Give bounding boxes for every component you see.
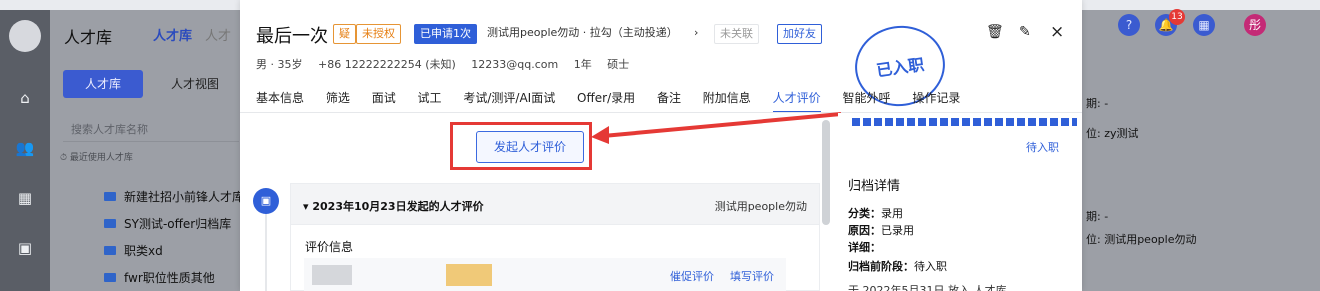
stage-value: 待入职 xyxy=(914,260,947,273)
help-icon[interactable]: ? xyxy=(1118,14,1140,36)
card-title-text: 2023年10月23日发起的人才评价 xyxy=(312,200,484,213)
recent-pools-label: ⏱ 最近使用人才库 xyxy=(60,150,133,163)
candidate-panel: 最后一次 疑 未授权 已申请1次 测试用people勿动 · 拉勾（主动投递） … xyxy=(240,0,1082,291)
reason-value: 已录用 xyxy=(881,224,914,237)
fill-evaluation-link[interactable]: 填写评价 xyxy=(730,268,774,284)
calendar-icon[interactable]: ▦ xyxy=(15,188,35,208)
archive-column: 待入职 归档详情 分类：录用 原因：已录用 详细： 归档前阶段：待入职 于 20… xyxy=(838,113,1082,291)
add-friend-button[interactable]: 加好友 xyxy=(777,24,822,44)
tab-offer[interactable]: Offer/录用 xyxy=(577,89,635,106)
stamp-dots xyxy=(852,118,1077,126)
edit-icon[interactable]: ✎ xyxy=(1019,24,1031,40)
category-value: 录用 xyxy=(881,207,903,220)
chevron-right-icon[interactable]: › xyxy=(689,24,703,44)
scrollbar[interactable] xyxy=(822,120,830,225)
folder-label: fwr职位性质其他 xyxy=(124,271,215,285)
evaluation-row: 催促评价 填写评价 xyxy=(304,258,786,291)
right-bg-text: 期: - xyxy=(1086,210,1109,223)
folder-icon xyxy=(104,192,116,201)
folder-label: SY测试-offer归档库 xyxy=(124,217,232,231)
left-rail: ⌂ 👥 ▦ ▣ xyxy=(0,10,50,291)
section-label: 评价信息 xyxy=(305,240,354,254)
right-bg-text: 期: - xyxy=(1086,97,1109,110)
tab-interview[interactable]: 面试 xyxy=(372,89,396,106)
tab-talent-pool-partial[interactable]: 人才 xyxy=(205,25,231,44)
experience: 1年 xyxy=(573,58,592,71)
folder-icon xyxy=(104,246,116,255)
left-tab-talent-pool[interactable]: 人才库 xyxy=(63,70,143,98)
blurred-avatar xyxy=(312,265,352,285)
phone: +86 12222222254 (未知) xyxy=(318,58,456,71)
reason-row: 原因：已录用 xyxy=(848,224,914,237)
job-info[interactable]: 测试用people勿动 · 拉勾（主动投递） xyxy=(482,24,683,44)
pointer-arrow xyxy=(591,112,842,144)
folder-label: 职类xd xyxy=(124,244,163,258)
evaluation-card-header[interactable]: ▾ 2023年10月23日发起的人才评价 测试用people勿动 xyxy=(290,183,820,225)
briefcase-icon[interactable]: ▣ xyxy=(15,238,35,258)
tab-talent-pool[interactable]: 人才库 xyxy=(153,25,192,44)
blurred-name xyxy=(446,264,492,286)
left-tab-talent-view[interactable]: 人才视图 xyxy=(150,70,240,98)
detail-label: 详细 xyxy=(848,241,870,254)
tab-notes[interactable]: 备注 xyxy=(657,89,681,106)
timeline-line xyxy=(265,214,267,291)
timeline-event-icon: ▣ xyxy=(253,188,279,214)
folder-icon xyxy=(104,273,116,282)
recent-label-text: 最近使用人才库 xyxy=(69,153,133,163)
folder-label: 新建社招小前锋人才库 xyxy=(124,190,245,204)
folder-item[interactable]: 新建社招小前锋人才库 xyxy=(104,188,244,205)
tag-suspicious: 疑 xyxy=(333,24,356,44)
tab-basic[interactable]: 基本信息 xyxy=(256,89,304,106)
email: 12233@qq.com xyxy=(471,58,559,71)
tab-additional[interactable]: 附加信息 xyxy=(703,89,751,106)
talent-pool-search[interactable]: 搜索人才库名称 xyxy=(63,118,239,142)
clock-icon: ⏱ xyxy=(60,153,70,163)
category-row: 分类：录用 xyxy=(848,207,903,220)
detail-row: 详细： xyxy=(848,241,881,254)
archive-title: 归档详情 xyxy=(848,179,901,194)
archive-status: 待入职 xyxy=(1026,141,1059,154)
card-title: ▾ 2023年10月23日发起的人才评价 xyxy=(303,198,484,214)
tag-unauthorized: 未授权 xyxy=(356,24,401,44)
right-bg-text: 位: zy测试 xyxy=(1086,127,1139,140)
tab-screening[interactable]: 筛选 xyxy=(326,89,350,106)
right-bg-text: 位: 测试用people勿动 xyxy=(1086,233,1197,246)
folder-item[interactable]: SY测试-offer归档库 xyxy=(104,215,231,232)
notification-badge: 13 xyxy=(1169,9,1185,25)
logo-avatar xyxy=(9,20,41,52)
stage-label: 归档前阶段 xyxy=(848,260,903,273)
close-icon[interactable]: × xyxy=(1050,22,1064,42)
user-avatar[interactable]: 彤 xyxy=(1244,14,1266,36)
tab-smart-call[interactable]: 智能外呼 xyxy=(842,89,890,106)
caret-down-icon: ▾ xyxy=(303,200,313,213)
card-owner: 测试用people勿动 xyxy=(714,200,807,213)
unlink-status: 未关联 xyxy=(714,24,759,44)
degree: 硕士 xyxy=(607,58,630,71)
candidate-meta: 男 · 35岁 +86 12222222254 (未知) 12233@qq.co… xyxy=(256,56,641,72)
tab-operation-log[interactable]: 操作记录 xyxy=(912,89,960,106)
folder-item[interactable]: fwr职位性质其他 xyxy=(104,269,215,286)
page-title: 人才库 xyxy=(64,28,113,47)
archive-footer: 于 2022年5月31日 放入 人才库 xyxy=(848,284,1007,291)
tag-applied: 已申请1次 xyxy=(414,24,477,44)
urge-evaluation-link[interactable]: 催促评价 xyxy=(670,268,714,284)
gender-age: 男 · 35岁 xyxy=(256,58,303,71)
users-icon[interactable]: 👥 xyxy=(15,138,35,158)
apps-icon[interactable]: ▦ xyxy=(1193,14,1215,36)
tab-exam[interactable]: 考试/测评/AI面试 xyxy=(463,89,555,106)
folder-icon xyxy=(104,219,116,228)
stage-row: 归档前阶段：待入职 xyxy=(848,260,947,273)
folder-item[interactable]: 职类xd xyxy=(104,242,163,259)
home-icon[interactable]: ⌂ xyxy=(15,88,35,108)
tab-trial[interactable]: 试工 xyxy=(418,89,442,106)
category-label: 分类 xyxy=(848,207,870,220)
delete-icon[interactable]: 🗑 xyxy=(986,24,1004,40)
left-header: 人才库 人才库 人才 xyxy=(50,10,240,58)
highlight-box xyxy=(450,122,592,170)
reason-label: 原因 xyxy=(848,224,870,237)
candidate-name: 最后一次 xyxy=(256,26,328,47)
